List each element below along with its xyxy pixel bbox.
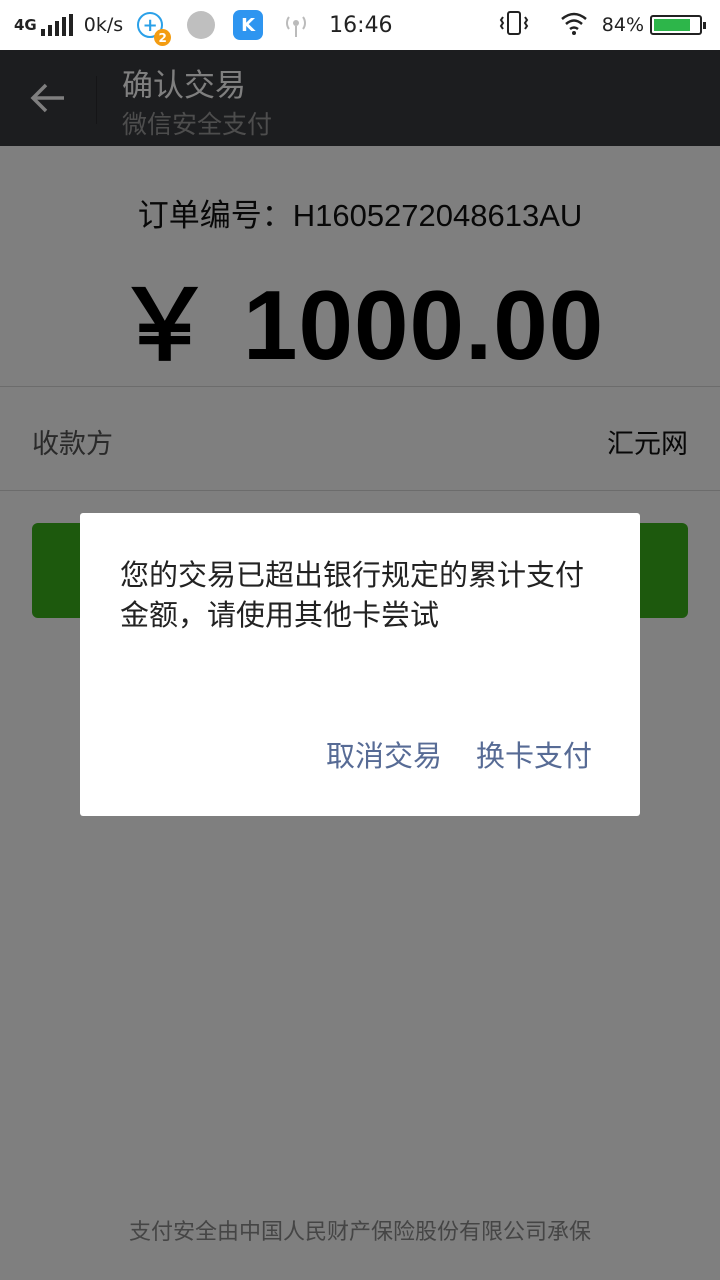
vibrate-icon [498, 10, 530, 40]
dialog-message: 您的交易已超出银行规定的累计支付金额，请使用其他卡尝试 [120, 558, 585, 632]
dialog-actions: 取消交易 换卡支付 [292, 733, 592, 775]
hotspot-icon [281, 10, 311, 40]
wifi-icon [560, 11, 588, 39]
switch-card-button[interactable]: 换卡支付 [476, 733, 592, 775]
plus-app-icon: + 2 [137, 12, 172, 46]
cancel-transaction-button[interactable]: 取消交易 [326, 733, 442, 775]
signal-icon [40, 14, 76, 36]
error-dialog: 您的交易已超出银行规定的累计支付金额，请使用其他卡尝试 取消交易 换卡支付 [80, 513, 640, 816]
battery-icon [650, 15, 706, 35]
status-bar-left: 4G 0k/s + 2 K 16:46 [14, 10, 393, 46]
notification-badge: 2 [154, 29, 172, 46]
battery-percent: 84% [601, 14, 644, 36]
status-bar: 4G 0k/s + 2 K 16:46 84% [0, 0, 720, 50]
k-app-icon: K [233, 10, 264, 40]
network-speed: 0k/s [83, 14, 124, 36]
status-bar-right: 84% [498, 10, 706, 40]
clock: 16:46 [329, 12, 393, 38]
network-type: 4G [14, 16, 37, 34]
bird-app-icon [187, 11, 216, 39]
